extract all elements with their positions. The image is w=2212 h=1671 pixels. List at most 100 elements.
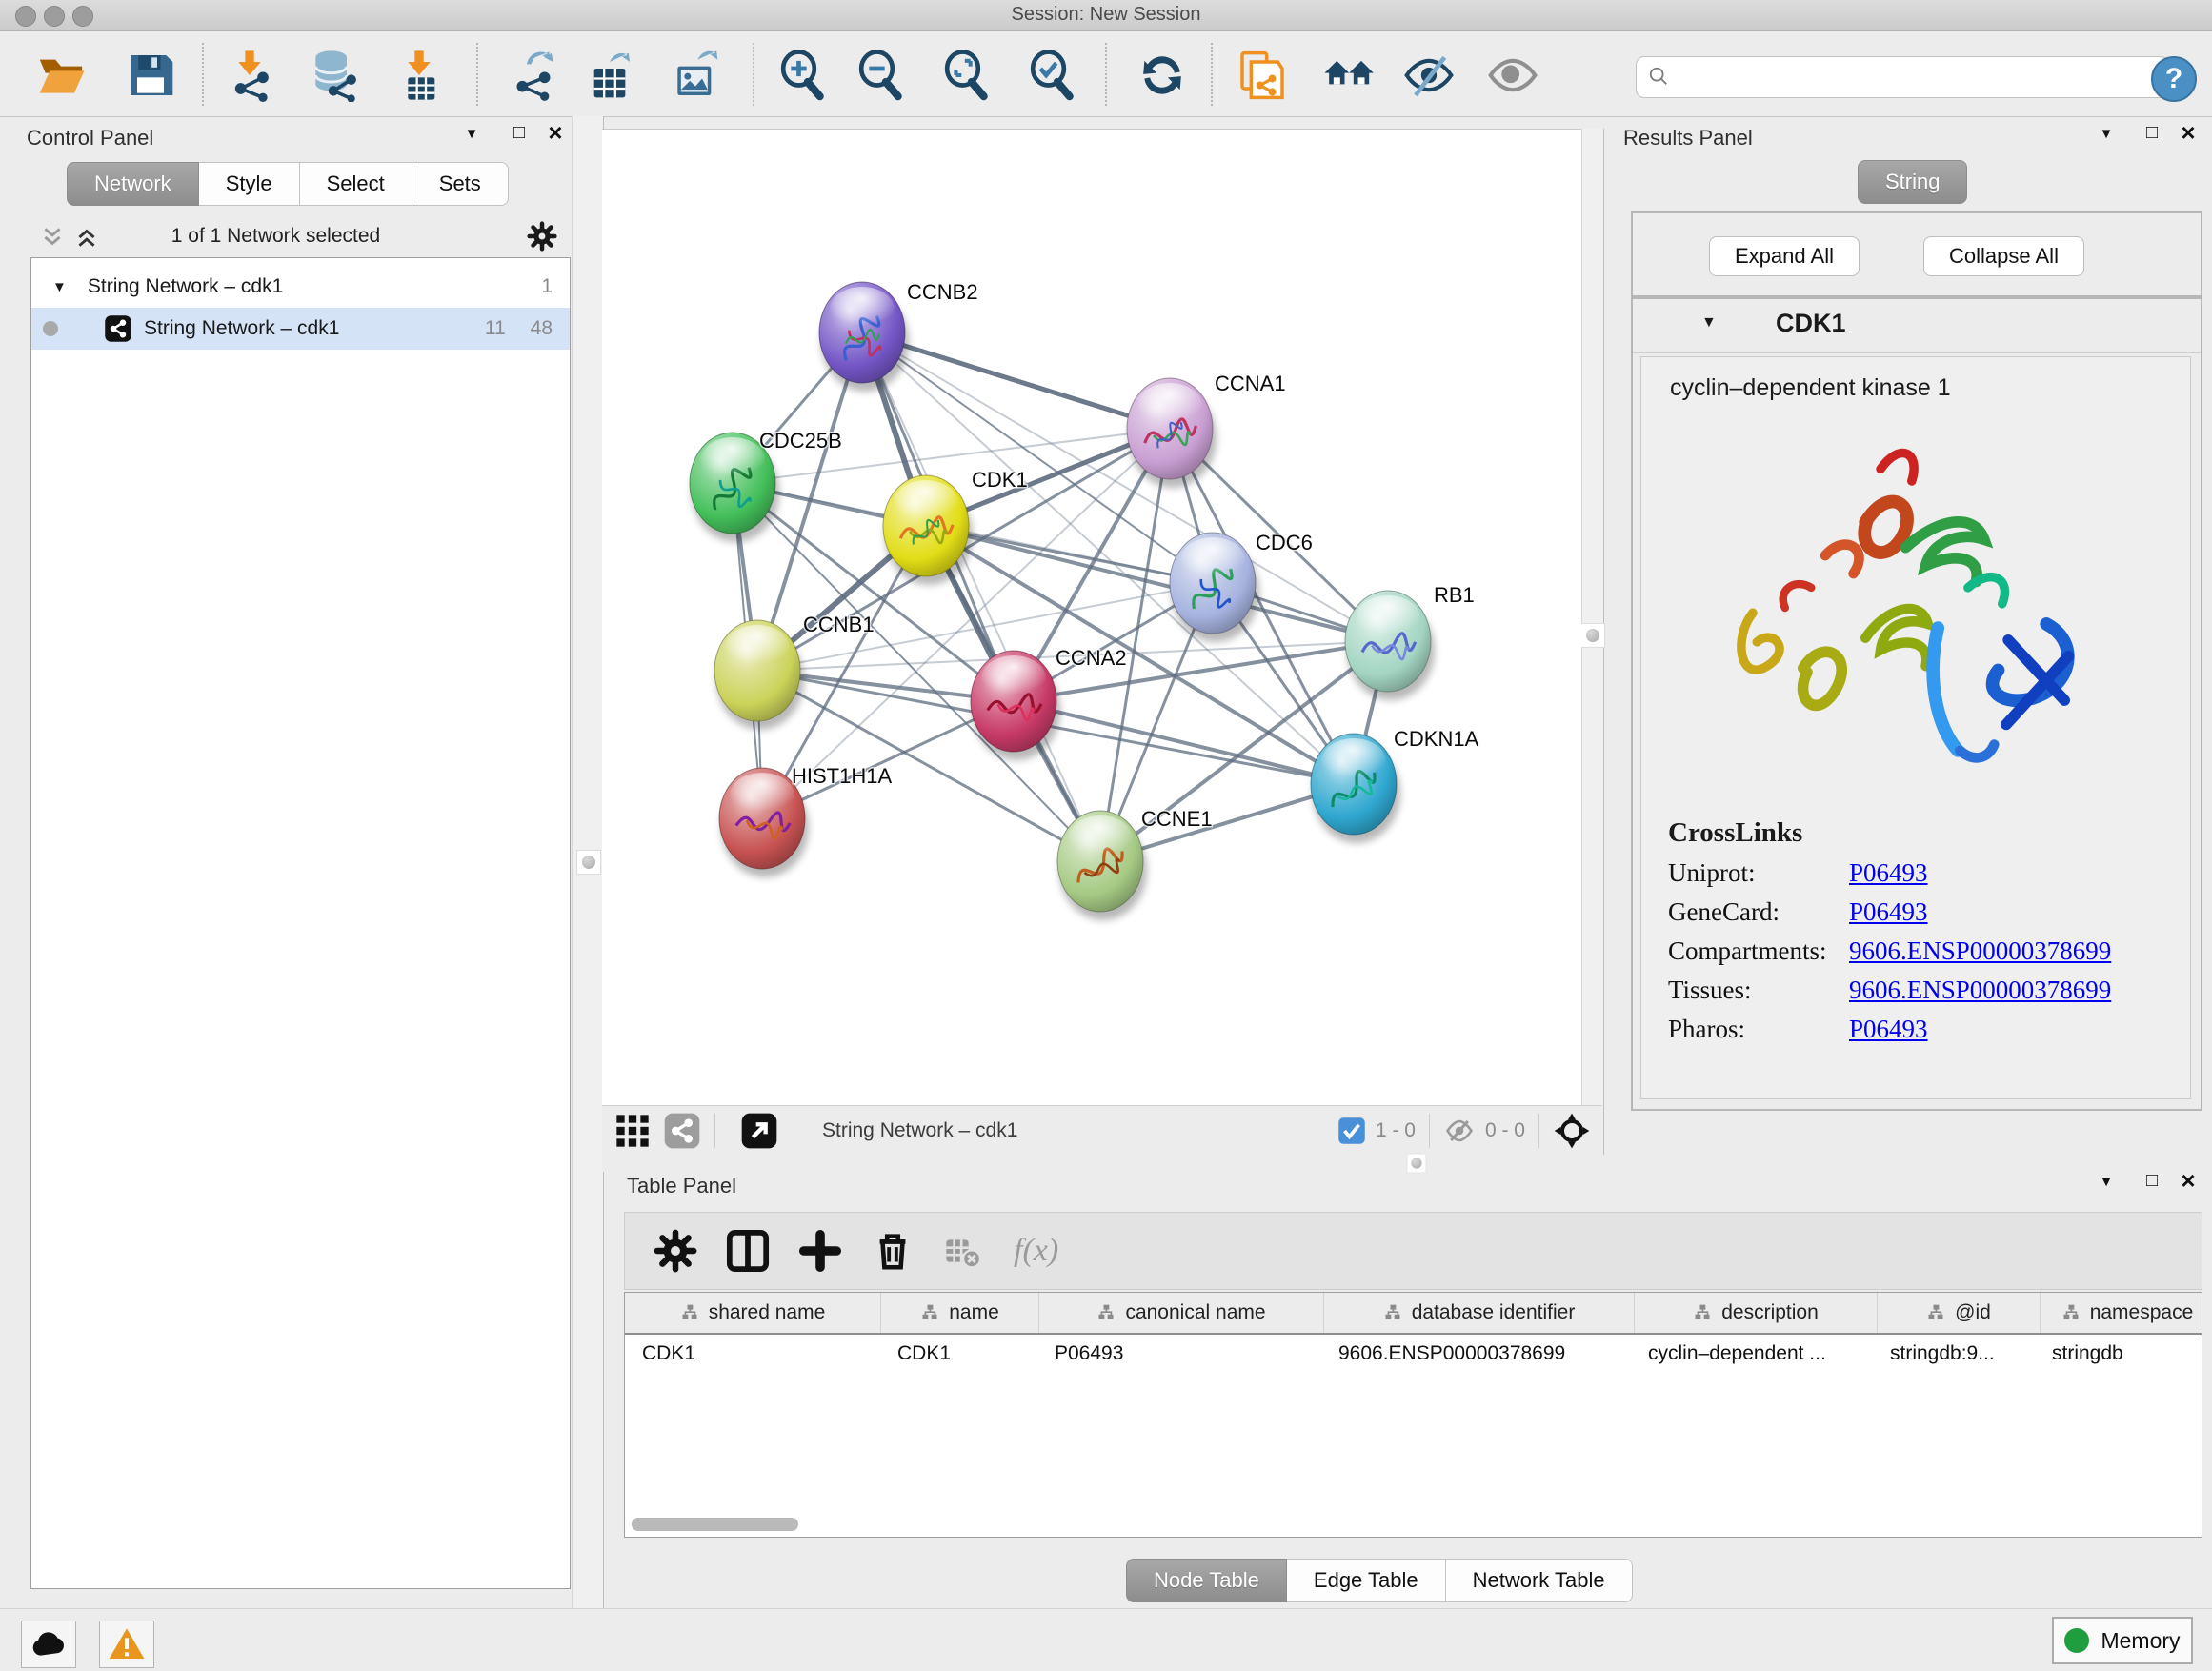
node-CCNA1[interactable] [1127, 378, 1217, 488]
hidden-count: 0 - 0 [1485, 1119, 1525, 1142]
column-header-description[interactable]: description [1635, 1293, 1878, 1333]
table-cell[interactable]: stringdb:9... [1873, 1335, 2035, 1375]
show-columns-button[interactable] [726, 1229, 770, 1273]
zoom-in-button[interactable] [775, 49, 829, 102]
node-CDK1[interactable] [883, 475, 973, 585]
add-column-button[interactable] [798, 1229, 842, 1273]
node-label-CCNA1: CCNA1 [1215, 372, 1286, 395]
table-cell[interactable]: stringdb [2035, 1335, 2202, 1375]
memory-button[interactable]: Memory [2052, 1617, 2193, 1664]
cloud-button[interactable] [21, 1621, 76, 1668]
node-RB1[interactable] [1345, 591, 1435, 700]
function-builder-button[interactable]: f(x) [1014, 1233, 1058, 1269]
hide-unhide-button[interactable] [1402, 49, 1456, 102]
tab-select[interactable]: Select [300, 162, 412, 206]
table-panel-float-icon[interactable]: □ [2138, 1170, 2166, 1192]
import-network-button[interactable] [223, 49, 276, 102]
table-row[interactable]: CDK1CDK1P064939606.ENSP00000378699cyclin… [625, 1335, 2202, 1375]
tab-node-table[interactable]: Node Table [1126, 1559, 1287, 1602]
table-cell[interactable]: P06493 [1037, 1335, 1321, 1375]
table-cell[interactable]: cyclin–dependent ... [1631, 1335, 1873, 1375]
control-panel-menu-icon[interactable]: ▼ [457, 126, 486, 142]
refresh-button[interactable] [1136, 49, 1189, 102]
network-tree: ▼ String Network – cdk1 1 String Network… [30, 257, 571, 1589]
collapse-all-button[interactable]: Collapse All [1923, 236, 2084, 276]
delete-column-button[interactable] [871, 1229, 915, 1273]
tab-network[interactable]: Network [67, 162, 199, 206]
save-icon [124, 49, 177, 102]
tab-string[interactable]: String [1858, 160, 1967, 204]
zoom-fit-button[interactable] [939, 49, 993, 102]
search-input[interactable] [1636, 56, 2169, 98]
expand-all-button[interactable]: Expand All [1709, 236, 1860, 276]
node-CDC6[interactable] [1170, 533, 1259, 642]
table-panel-menu-icon[interactable]: ▼ [2092, 1174, 2121, 1190]
table-cell[interactable]: 9606.ENSP00000378699 [1321, 1335, 1631, 1375]
column-header-namespace[interactable]: namespace [2041, 1293, 2202, 1333]
warnings-button[interactable] [99, 1621, 154, 1668]
export-image-button[interactable] [669, 49, 722, 102]
table-panel-close-icon[interactable]: × [2174, 1166, 2202, 1196]
table-horizontal-scrollbar[interactable] [632, 1518, 798, 1531]
table-cell[interactable]: CDK1 [880, 1335, 1037, 1375]
tree-expander-icon[interactable]: ▼ [52, 279, 67, 295]
network-canvas[interactable]: CCNB2CCNA1CDC25BCDK1CDC6RB1CCNB1CCNA2CDK… [602, 129, 1581, 1106]
import-table-button[interactable] [392, 49, 446, 102]
column-header--id[interactable]: @id [1878, 1293, 2041, 1333]
network-overview-button[interactable] [663, 1112, 701, 1150]
tab-style[interactable]: Style [199, 162, 300, 206]
gene-expander-icon[interactable]: ▼ [1701, 314, 1717, 332]
results-panel-close-icon[interactable]: × [2174, 118, 2202, 148]
gene-section-header[interactable]: ▼ CDK1 [1633, 299, 2201, 353]
control-panel-float-icon[interactable]: □ [505, 122, 533, 144]
clone-network-button[interactable] [1236, 49, 1289, 102]
node-CDKN1A[interactable] [1311, 734, 1400, 843]
node-CCNE1[interactable] [1057, 811, 1147, 920]
crosslink-link[interactable]: 9606.ENSP00000378699 [1849, 936, 2111, 966]
control-panel-close-icon[interactable]: × [541, 118, 570, 148]
title-bar: Session: New Session [0, 0, 2212, 31]
horizontal-splitter[interactable] [602, 1155, 2212, 1172]
column-header-shared-name[interactable]: shared name [625, 1293, 881, 1333]
results-panel-float-icon[interactable]: □ [2138, 122, 2166, 144]
help-button[interactable]: ? [2151, 56, 2197, 102]
node-CCNB2[interactable] [819, 282, 909, 392]
export-table-button[interactable] [583, 49, 636, 102]
import-network-from-database-button[interactable] [307, 49, 360, 102]
show-graphics-button[interactable] [1486, 49, 1539, 102]
delete-table-button[interactable] [943, 1232, 981, 1270]
column-header-canonical-name[interactable]: canonical name [1039, 1293, 1324, 1333]
home-layout-button[interactable] [1321, 49, 1375, 102]
open-session-button[interactable] [34, 49, 88, 102]
export-network-button[interactable] [507, 49, 560, 102]
edge-CCNB2-CCNE1[interactable] [862, 332, 1100, 861]
crosslink-link[interactable]: 9606.ENSP00000378699 [1849, 976, 2111, 1005]
selected-checkbox-icon[interactable] [1337, 1117, 1366, 1145]
network-row[interactable]: String Network – cdk1 11 48 [31, 308, 570, 350]
results-panel-menu-icon[interactable]: ▼ [2092, 126, 2121, 142]
crosslink-link[interactable]: P06493 [1849, 897, 1928, 927]
column-header-database-identifier[interactable]: database identifier [1324, 1293, 1635, 1333]
birdseye-toggle-button[interactable] [740, 1112, 778, 1150]
crosslink-link[interactable]: P06493 [1849, 858, 1928, 888]
zoom-selected-button[interactable] [1025, 49, 1078, 102]
save-session-button[interactable] [124, 49, 177, 102]
grid-view-button[interactable] [613, 1112, 652, 1150]
tab-sets[interactable]: Sets [412, 162, 509, 206]
column-header-name[interactable]: name [881, 1293, 1039, 1333]
table-cell[interactable]: CDK1 [625, 1335, 880, 1375]
network-graph[interactable]: CCNB2CCNA1CDC25BCDK1CDC6RB1CCNB1CCNA2CDK… [602, 130, 1581, 1106]
zoom-out-button[interactable] [854, 49, 907, 102]
node-CCNA2[interactable] [971, 651, 1060, 760]
tab-network-table[interactable]: Network Table [1446, 1559, 1633, 1602]
right-splitter[interactable] [1581, 129, 1604, 1155]
center-view-icon[interactable] [1553, 1112, 1591, 1150]
left-splitter[interactable] [572, 116, 604, 1608]
table-options-gear-button[interactable] [654, 1229, 697, 1273]
crosslink-label: Pharos: [1668, 1015, 1849, 1044]
node-CCNB1[interactable] [714, 620, 804, 730]
network-options-gear-icon[interactable] [527, 221, 557, 252]
tab-edge-table[interactable]: Edge Table [1287, 1559, 1446, 1602]
network-collection-row[interactable]: ▼ String Network – cdk1 1 [31, 266, 570, 308]
crosslink-link[interactable]: P06493 [1849, 1015, 1928, 1044]
